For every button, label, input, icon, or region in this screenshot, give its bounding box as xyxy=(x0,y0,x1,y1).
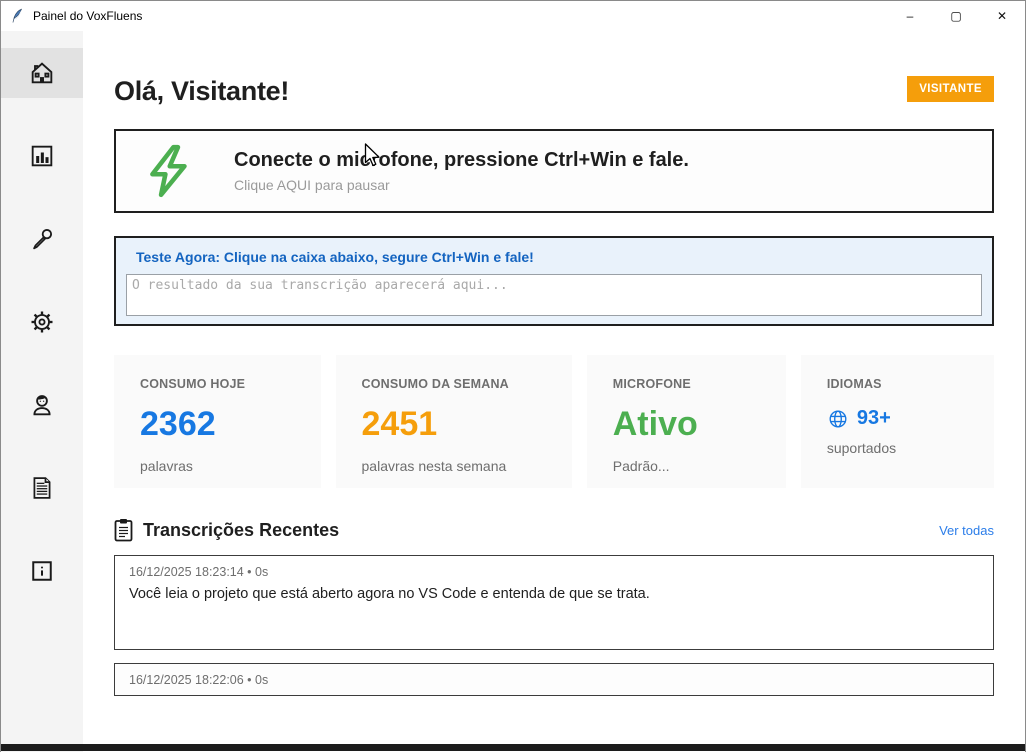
minimize-button[interactable]: – xyxy=(887,1,933,31)
clipboard-icon xyxy=(114,518,133,542)
entry-text: Você leia o projeto que está aberto agor… xyxy=(129,586,979,602)
stat-value: Ativo xyxy=(613,405,760,444)
window-controls: – ▢ ✕ xyxy=(887,1,1025,31)
feather-app-icon xyxy=(9,8,25,24)
stat-card-idiomas: IDIOMAS 93+ suportados xyxy=(801,355,994,488)
banner-subtitle[interactable]: Clique AQUI para pausar xyxy=(234,177,689,193)
microphone-icon xyxy=(28,225,56,253)
gear-icon xyxy=(28,308,56,336)
stat-label: MICROFONE xyxy=(613,377,760,391)
mouse-cursor-icon xyxy=(364,143,381,168)
stat-card-consumo-hoje: CONSUMO HOJE 2362 palavras xyxy=(114,355,321,488)
test-now-label: Teste Agora: Clique na caixa abaixo, seg… xyxy=(136,249,982,265)
info-icon xyxy=(28,557,56,585)
close-button[interactable]: ✕ xyxy=(979,1,1025,31)
stat-card-microfone: MICROFONE Ativo Padrão... xyxy=(587,355,786,488)
entry-timestamp: 16/12/2025 18:22:06 • 0s xyxy=(129,673,268,687)
app-window: Painel do VoxFluens – ▢ ✕ xyxy=(0,0,1026,752)
stat-value: 93+ xyxy=(857,407,891,430)
entry-timestamp: 16/12/2025 18:23:14 • 0s xyxy=(129,565,979,579)
globe-icon xyxy=(827,408,849,430)
lightning-icon xyxy=(142,142,194,200)
status-banner[interactable]: Conecte o microfone, pressione Ctrl+Win … xyxy=(114,129,994,213)
maximize-button[interactable]: ▢ xyxy=(933,1,979,31)
banner-title: Conecte o microfone, pressione Ctrl+Win … xyxy=(234,149,689,172)
title-bar: Painel do VoxFluens – ▢ ✕ xyxy=(1,1,1025,31)
view-all-link[interactable]: Ver todas xyxy=(939,523,994,538)
window-title: Painel do VoxFluens xyxy=(33,9,887,23)
stat-label: IDIOMAS xyxy=(827,377,968,391)
stat-caption: suportados xyxy=(827,440,968,456)
sidebar-item-microphone[interactable] xyxy=(1,214,83,264)
person-icon xyxy=(28,391,56,419)
stat-caption: palavras nesta semana xyxy=(362,458,546,474)
test-now-panel: Teste Agora: Clique na caixa abaixo, seg… xyxy=(114,236,994,326)
recent-transcriptions-header: Transcrições Recentes Ver todas xyxy=(114,518,994,542)
stat-caption: palavras xyxy=(140,458,295,474)
stat-value: 2451 xyxy=(362,405,546,444)
sidebar-item-stats[interactable] xyxy=(1,131,83,181)
page-title: Olá, Visitante! xyxy=(114,76,289,107)
transcription-test-input[interactable] xyxy=(126,274,982,316)
stat-label: CONSUMO HOJE xyxy=(140,377,295,391)
sidebar-item-settings[interactable] xyxy=(1,297,83,347)
sidebar-item-home[interactable] xyxy=(1,48,83,98)
transcription-entry[interactable]: 16/12/2025 18:23:14 • 0s Você leia o pro… xyxy=(114,555,994,650)
sidebar-item-transcripts[interactable] xyxy=(1,463,83,513)
document-icon xyxy=(28,474,56,502)
stat-label: CONSUMO DA SEMANA xyxy=(362,377,546,391)
user-role-badge: VISITANTE xyxy=(907,76,994,102)
stat-caption: Padrão... xyxy=(613,458,760,474)
main-content: Olá, Visitante! VISITANTE Conecte o micr… xyxy=(83,31,1025,752)
taskbar-edge xyxy=(1,744,1025,751)
section-title: Transcrições Recentes xyxy=(143,520,939,541)
bar-chart-icon xyxy=(28,142,56,170)
sidebar-item-account[interactable] xyxy=(1,380,83,430)
stats-row: CONSUMO HOJE 2362 palavras CONSUMO DA SE… xyxy=(114,355,994,488)
stat-card-consumo-semana: CONSUMO DA SEMANA 2451 palavras nesta se… xyxy=(336,355,572,488)
stat-value: 2362 xyxy=(140,405,295,444)
home-icon xyxy=(28,59,56,87)
transcription-entry[interactable]: 16/12/2025 18:22:06 • 0s xyxy=(114,663,994,696)
sidebar xyxy=(1,31,83,752)
sidebar-item-about[interactable] xyxy=(1,546,83,596)
